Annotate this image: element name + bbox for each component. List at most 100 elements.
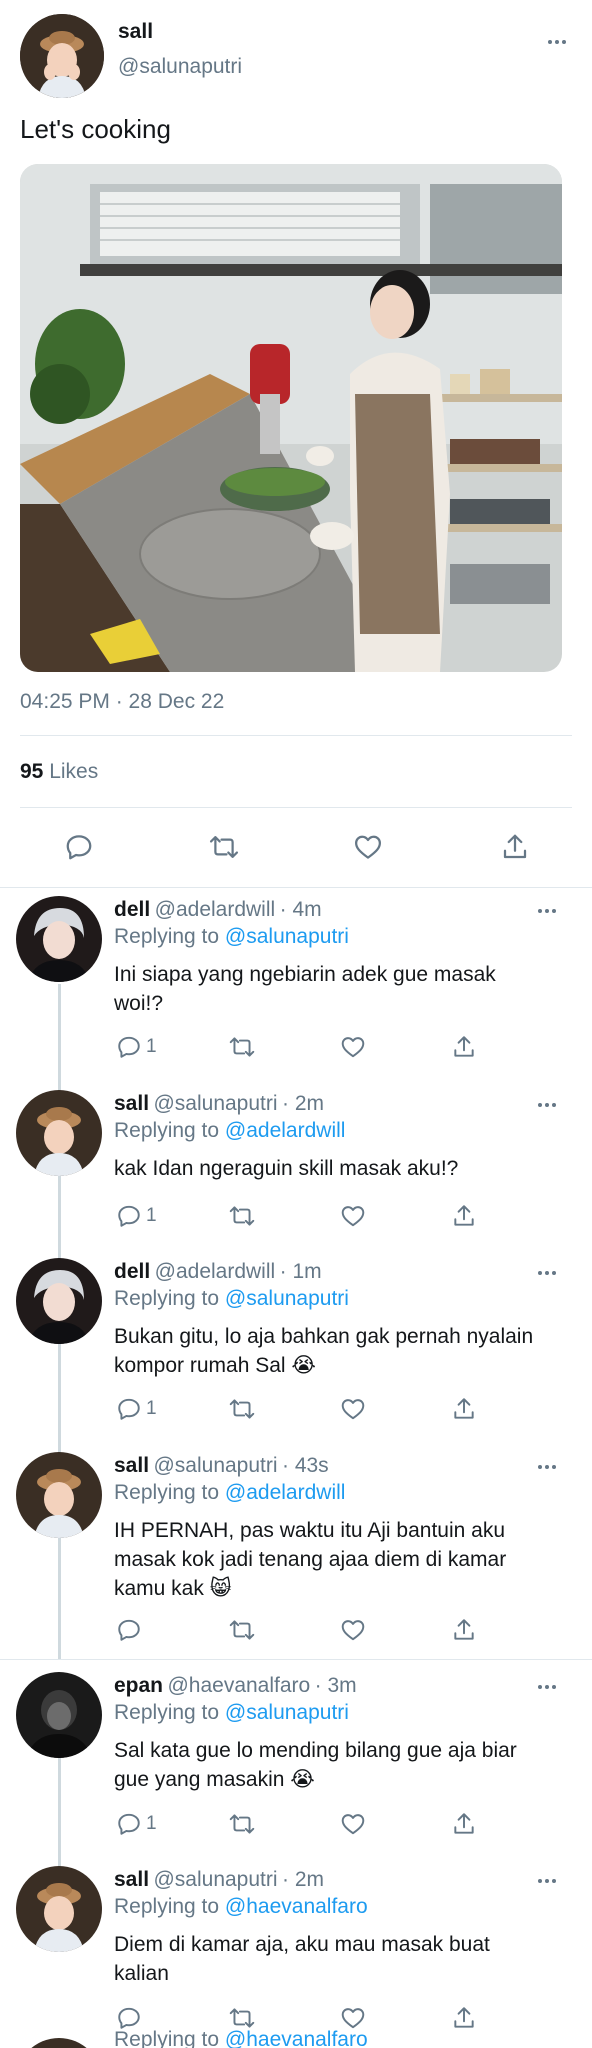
avatar[interactable] — [16, 896, 102, 982]
share-button[interactable] — [451, 1811, 477, 1837]
display-name[interactable]: sall — [114, 1868, 149, 1891]
like-button[interactable] — [340, 2005, 366, 2031]
avatar[interactable] — [16, 2038, 102, 2048]
handle[interactable]: @salunaputri — [153, 1454, 277, 1477]
replying-to-link[interactable]: @salunaputri — [225, 1287, 349, 1310]
handle[interactable]: @salunaputri — [118, 55, 242, 79]
like-button[interactable] — [340, 1811, 366, 1837]
more-options-icon[interactable] — [535, 1269, 559, 1277]
replying-to-link[interactable]: @adelardwill — [225, 1119, 346, 1142]
share-icon — [454, 1813, 474, 1834]
heart-icon — [341, 1206, 365, 1227]
share-icon — [454, 1398, 474, 1419]
handle[interactable]: @salunaputri — [153, 1868, 277, 1891]
replying-to-link[interactable]: @salunaputri — [225, 1701, 349, 1724]
section-divider — [0, 1659, 592, 1660]
avatar[interactable] — [16, 1452, 102, 1538]
display-name[interactable]: sall — [114, 1454, 149, 1477]
retweet-icon — [229, 1206, 255, 1226]
avatar-image — [16, 1090, 102, 1176]
reply-icon — [118, 1619, 140, 1641]
reply-text: Bukan gitu, lo aja bahkan gak pernah nya… — [114, 1325, 534, 1377]
avatar[interactable] — [16, 1090, 102, 1176]
reply-icon — [118, 1036, 140, 1058]
avatar[interactable] — [16, 1866, 102, 1952]
avatar[interactable] — [16, 1672, 102, 1758]
retweet-button[interactable] — [208, 832, 240, 862]
likes-stat[interactable]: 95 Likes — [20, 760, 98, 784]
reply-text: IH PERNAH, pas waktu itu Aji bantuin aku… — [114, 1519, 507, 1600]
retweet-button[interactable] — [228, 2005, 256, 2031]
avatar-image — [16, 1672, 102, 1758]
reply-button[interactable] — [64, 832, 94, 862]
reply-button[interactable]: 1 — [116, 1203, 157, 1229]
share-button[interactable] — [451, 1617, 477, 1643]
reply-icon — [118, 1813, 140, 1835]
display-name[interactable]: dell — [114, 1260, 150, 1283]
more-options-icon[interactable] — [535, 1877, 559, 1885]
like-button[interactable] — [340, 1617, 366, 1643]
avatar-image — [16, 1258, 102, 1344]
thread-line — [58, 1758, 61, 1868]
more-options-icon[interactable] — [535, 1463, 559, 1471]
replying-to-label: Replying to — [114, 1701, 220, 1724]
retweet-icon — [209, 836, 239, 858]
retweet-button[interactable] — [228, 1034, 256, 1060]
retweet-button[interactable] — [228, 1203, 256, 1229]
share-button[interactable] — [451, 1396, 477, 1422]
retweet-button[interactable] — [228, 1396, 256, 1422]
retweet-button[interactable] — [228, 1617, 256, 1643]
share-button[interactable] — [451, 2005, 477, 2031]
heart-icon — [341, 2008, 365, 2029]
share-icon — [454, 2007, 474, 2028]
share-icon — [454, 1205, 474, 1226]
like-button[interactable] — [340, 1203, 366, 1229]
replying-to-link[interactable]: @haevanalfaro — [225, 1895, 368, 1918]
kitchen-photo-image — [20, 164, 562, 672]
reply-button[interactable] — [116, 2005, 146, 2031]
like-button[interactable] — [340, 1034, 366, 1060]
avatar[interactable] — [20, 14, 104, 98]
retweet-button[interactable] — [228, 1811, 256, 1837]
share-button[interactable] — [500, 832, 530, 862]
more-options-icon[interactable] — [535, 1101, 559, 1109]
share-button[interactable] — [451, 1203, 477, 1229]
avatar[interactable] — [16, 1258, 102, 1344]
tweet-photo[interactable] — [20, 164, 562, 672]
reply-button[interactable]: 1 — [116, 1034, 157, 1060]
replying-to-link[interactable]: @haevanalfaro — [225, 2030, 368, 2048]
avatar-image — [16, 1866, 102, 1952]
reply-button[interactable]: 1 — [116, 1396, 157, 1422]
reply-time: · 3m — [314, 1674, 357, 1697]
like-button[interactable] — [353, 832, 383, 862]
avatar-image — [16, 896, 102, 982]
reply-button[interactable] — [116, 1617, 146, 1643]
heart-icon — [341, 1620, 365, 1641]
replying-to-link[interactable]: @salunaputri — [225, 925, 349, 948]
reply-icon — [66, 835, 92, 860]
replying-to-label: Replying to — [114, 1481, 220, 1504]
handle[interactable]: @haevanalfaro — [167, 1674, 310, 1697]
reply-count: 1 — [146, 1398, 157, 1419]
reply-time: · 1m — [279, 1260, 322, 1283]
reply-button[interactable]: 1 — [116, 1811, 157, 1837]
like-button[interactable] — [340, 1396, 366, 1422]
reply-time: · 2m — [282, 1092, 324, 1115]
share-icon — [454, 1036, 474, 1057]
more-options-icon[interactable] — [545, 38, 569, 46]
reply-icon — [118, 1398, 140, 1420]
display-name[interactable]: sall — [114, 1092, 149, 1115]
display-name[interactable]: epan — [114, 1674, 163, 1697]
handle[interactable]: @salunaputri — [153, 1092, 277, 1115]
likes-count: 95 — [20, 760, 44, 783]
display-name[interactable]: sall — [118, 20, 153, 44]
handle[interactable]: @adelardwill — [155, 898, 276, 921]
display-name[interactable]: dell — [114, 898, 150, 921]
reply-time: · 43s — [282, 1454, 329, 1477]
retweet-icon — [229, 1399, 255, 1419]
more-options-icon[interactable] — [535, 1683, 559, 1691]
share-button[interactable] — [451, 1034, 477, 1060]
handle[interactable]: @adelardwill — [155, 1260, 276, 1283]
more-options-icon[interactable] — [535, 907, 559, 915]
replying-to-link[interactable]: @adelardwill — [225, 1481, 346, 1504]
